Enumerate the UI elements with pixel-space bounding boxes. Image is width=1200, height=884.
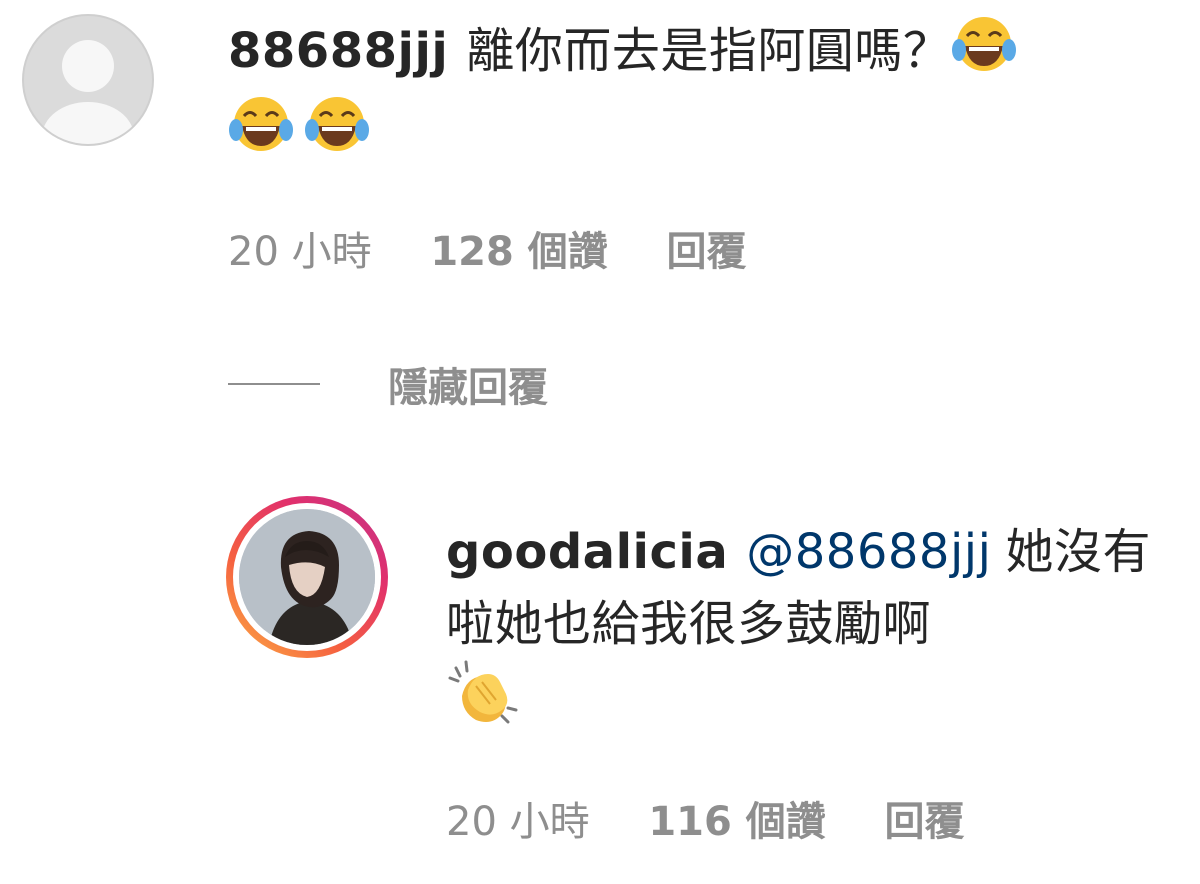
likes-count[interactable]: 128 個讚 xyxy=(430,229,607,275)
comment-body: goodalicia @88688jjj 她沒有啦她也給我很多鼓勵啊 xyxy=(446,516,1166,752)
hide-replies-toggle[interactable]: 隱藏回覆 xyxy=(228,355,548,413)
divider-line xyxy=(228,383,320,385)
comment-meta: 20 小時 116 個讚 回覆 xyxy=(446,789,1010,847)
comment-body: 88688jjj 離你而去是指阿圓嗎？ xyxy=(228,14,1188,174)
face-with-tears-of-joy-icon xyxy=(951,14,1017,94)
comment-text: 離你而去是指阿圓嗎？ xyxy=(466,23,952,79)
hide-replies-label[interactable]: 隱藏回覆 xyxy=(388,355,548,413)
mention-link[interactable]: @88688jjj xyxy=(746,524,991,580)
comment-username[interactable]: goodalicia xyxy=(446,524,728,580)
comment-username[interactable]: 88688jjj xyxy=(228,23,448,79)
face-with-tears-of-joy-icon xyxy=(228,94,294,174)
likes-count[interactable]: 116 個讚 xyxy=(648,799,825,845)
comment-time: 20 小時 xyxy=(228,229,372,275)
default-avatar-icon[interactable] xyxy=(22,14,154,146)
reply-button[interactable]: 回覆 xyxy=(884,799,964,845)
reply-button[interactable]: 回覆 xyxy=(666,229,746,275)
story-ring-avatar[interactable] xyxy=(226,496,388,658)
profile-photo xyxy=(239,509,375,645)
face-with-tears-of-joy-icon xyxy=(304,94,370,174)
comment-meta: 20 小時 128 個讚 回覆 xyxy=(228,219,792,277)
comment-time: 20 小時 xyxy=(446,799,590,845)
clapping-hands-icon xyxy=(446,660,520,752)
